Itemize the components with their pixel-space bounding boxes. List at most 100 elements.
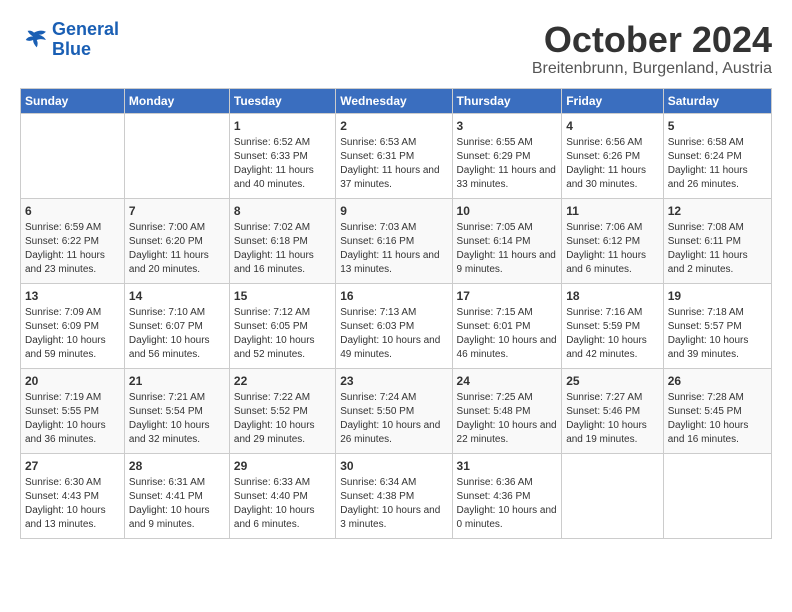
day-detail: Sunrise: 7:13 AM Sunset: 6:03 PM Dayligh…: [340, 306, 447, 362]
logo: General Blue: [20, 20, 119, 60]
day-detail: Sunrise: 7:03 AM Sunset: 6:16 PM Dayligh…: [340, 221, 447, 277]
day-detail: Sunrise: 7:19 AM Sunset: 5:55 PM Dayligh…: [25, 391, 120, 447]
day-number: 20: [25, 373, 120, 390]
day-detail: Sunrise: 7:05 AM Sunset: 6:14 PM Dayligh…: [457, 221, 558, 277]
calendar-cell: 18Sunrise: 7:16 AM Sunset: 5:59 PM Dayli…: [562, 283, 664, 368]
col-monday: Monday: [124, 88, 229, 113]
day-number: 29: [234, 458, 331, 475]
page-header: General Blue October 2024 Breitenbrunn, …: [20, 20, 772, 78]
day-number: 15: [234, 288, 331, 305]
calendar-cell: 6Sunrise: 6:59 AM Sunset: 6:22 PM Daylig…: [21, 198, 125, 283]
calendar-week-row: 20Sunrise: 7:19 AM Sunset: 5:55 PM Dayli…: [21, 368, 772, 453]
calendar-cell: 31Sunrise: 6:36 AM Sunset: 4:36 PM Dayli…: [452, 453, 562, 538]
day-number: 10: [457, 203, 558, 220]
day-detail: Sunrise: 7:08 AM Sunset: 6:11 PM Dayligh…: [668, 221, 767, 277]
day-detail: Sunrise: 7:22 AM Sunset: 5:52 PM Dayligh…: [234, 391, 331, 447]
day-detail: Sunrise: 7:06 AM Sunset: 6:12 PM Dayligh…: [566, 221, 659, 277]
calendar-cell: 25Sunrise: 7:27 AM Sunset: 5:46 PM Dayli…: [562, 368, 664, 453]
calendar-cell: 19Sunrise: 7:18 AM Sunset: 5:57 PM Dayli…: [663, 283, 771, 368]
calendar-cell: 12Sunrise: 7:08 AM Sunset: 6:11 PM Dayli…: [663, 198, 771, 283]
col-friday: Friday: [562, 88, 664, 113]
calendar-body: 1Sunrise: 6:52 AM Sunset: 6:33 PM Daylig…: [21, 113, 772, 538]
col-saturday: Saturday: [663, 88, 771, 113]
day-number: 22: [234, 373, 331, 390]
day-detail: Sunrise: 7:25 AM Sunset: 5:48 PM Dayligh…: [457, 391, 558, 447]
calendar-cell: 16Sunrise: 7:13 AM Sunset: 6:03 PM Dayli…: [336, 283, 452, 368]
logo-text: General Blue: [52, 20, 119, 60]
day-detail: Sunrise: 7:21 AM Sunset: 5:54 PM Dayligh…: [129, 391, 225, 447]
calendar-cell: 3Sunrise: 6:55 AM Sunset: 6:29 PM Daylig…: [452, 113, 562, 198]
calendar-cell: 24Sunrise: 7:25 AM Sunset: 5:48 PM Dayli…: [452, 368, 562, 453]
day-number: 2: [340, 118, 447, 135]
day-number: 28: [129, 458, 225, 475]
day-detail: Sunrise: 6:53 AM Sunset: 6:31 PM Dayligh…: [340, 136, 447, 192]
day-number: 24: [457, 373, 558, 390]
calendar-week-row: 27Sunrise: 6:30 AM Sunset: 4:43 PM Dayli…: [21, 453, 772, 538]
calendar-cell: 1Sunrise: 6:52 AM Sunset: 6:33 PM Daylig…: [229, 113, 335, 198]
day-detail: Sunrise: 7:16 AM Sunset: 5:59 PM Dayligh…: [566, 306, 659, 362]
day-detail: Sunrise: 6:30 AM Sunset: 4:43 PM Dayligh…: [25, 476, 120, 532]
day-number: 21: [129, 373, 225, 390]
day-number: 5: [668, 118, 767, 135]
calendar-cell: 7Sunrise: 7:00 AM Sunset: 6:20 PM Daylig…: [124, 198, 229, 283]
day-number: 19: [668, 288, 767, 305]
calendar-table: Sunday Monday Tuesday Wednesday Thursday…: [20, 88, 772, 539]
calendar-cell: 5Sunrise: 6:58 AM Sunset: 6:24 PM Daylig…: [663, 113, 771, 198]
day-detail: Sunrise: 7:28 AM Sunset: 5:45 PM Dayligh…: [668, 391, 767, 447]
calendar-cell: 13Sunrise: 7:09 AM Sunset: 6:09 PM Dayli…: [21, 283, 125, 368]
calendar-week-row: 13Sunrise: 7:09 AM Sunset: 6:09 PM Dayli…: [21, 283, 772, 368]
day-detail: Sunrise: 6:52 AM Sunset: 6:33 PM Dayligh…: [234, 136, 331, 192]
day-number: 8: [234, 203, 331, 220]
col-tuesday: Tuesday: [229, 88, 335, 113]
calendar-cell: 27Sunrise: 6:30 AM Sunset: 4:43 PM Dayli…: [21, 453, 125, 538]
day-number: 26: [668, 373, 767, 390]
calendar-cell: 9Sunrise: 7:03 AM Sunset: 6:16 PM Daylig…: [336, 198, 452, 283]
day-number: 4: [566, 118, 659, 135]
day-detail: Sunrise: 7:09 AM Sunset: 6:09 PM Dayligh…: [25, 306, 120, 362]
day-number: 9: [340, 203, 447, 220]
title-block: October 2024 Breitenbrunn, Burgenland, A…: [532, 20, 772, 78]
day-detail: Sunrise: 6:58 AM Sunset: 6:24 PM Dayligh…: [668, 136, 767, 192]
calendar-week-row: 6Sunrise: 6:59 AM Sunset: 6:22 PM Daylig…: [21, 198, 772, 283]
calendar-cell: 23Sunrise: 7:24 AM Sunset: 5:50 PM Dayli…: [336, 368, 452, 453]
day-number: 1: [234, 118, 331, 135]
day-detail: Sunrise: 6:36 AM Sunset: 4:36 PM Dayligh…: [457, 476, 558, 532]
day-number: 31: [457, 458, 558, 475]
calendar-cell: 22Sunrise: 7:22 AM Sunset: 5:52 PM Dayli…: [229, 368, 335, 453]
calendar-cell: 20Sunrise: 7:19 AM Sunset: 5:55 PM Dayli…: [21, 368, 125, 453]
calendar-cell: 28Sunrise: 6:31 AM Sunset: 4:41 PM Dayli…: [124, 453, 229, 538]
calendar-cell: 15Sunrise: 7:12 AM Sunset: 6:05 PM Dayli…: [229, 283, 335, 368]
calendar-cell: 30Sunrise: 6:34 AM Sunset: 4:38 PM Dayli…: [336, 453, 452, 538]
day-number: 13: [25, 288, 120, 305]
day-number: 12: [668, 203, 767, 220]
day-detail: Sunrise: 7:18 AM Sunset: 5:57 PM Dayligh…: [668, 306, 767, 362]
day-number: 23: [340, 373, 447, 390]
day-number: 7: [129, 203, 225, 220]
calendar-cell: 21Sunrise: 7:21 AM Sunset: 5:54 PM Dayli…: [124, 368, 229, 453]
day-number: 6: [25, 203, 120, 220]
logo-icon: [20, 29, 48, 51]
page-title: October 2024: [532, 20, 772, 60]
page-subtitle: Breitenbrunn, Burgenland, Austria: [532, 60, 772, 78]
calendar-cell: [663, 453, 771, 538]
col-sunday: Sunday: [21, 88, 125, 113]
day-detail: Sunrise: 7:00 AM Sunset: 6:20 PM Dayligh…: [129, 221, 225, 277]
day-number: 30: [340, 458, 447, 475]
calendar-cell: 2Sunrise: 6:53 AM Sunset: 6:31 PM Daylig…: [336, 113, 452, 198]
day-number: 25: [566, 373, 659, 390]
weekday-header-row: Sunday Monday Tuesday Wednesday Thursday…: [21, 88, 772, 113]
day-number: 16: [340, 288, 447, 305]
calendar-cell: 11Sunrise: 7:06 AM Sunset: 6:12 PM Dayli…: [562, 198, 664, 283]
calendar-cell: [562, 453, 664, 538]
col-thursday: Thursday: [452, 88, 562, 113]
day-number: 3: [457, 118, 558, 135]
day-number: 17: [457, 288, 558, 305]
day-detail: Sunrise: 6:55 AM Sunset: 6:29 PM Dayligh…: [457, 136, 558, 192]
calendar-cell: 17Sunrise: 7:15 AM Sunset: 6:01 PM Dayli…: [452, 283, 562, 368]
day-number: 27: [25, 458, 120, 475]
day-detail: Sunrise: 6:31 AM Sunset: 4:41 PM Dayligh…: [129, 476, 225, 532]
day-detail: Sunrise: 7:15 AM Sunset: 6:01 PM Dayligh…: [457, 306, 558, 362]
day-detail: Sunrise: 7:12 AM Sunset: 6:05 PM Dayligh…: [234, 306, 331, 362]
calendar-cell: 10Sunrise: 7:05 AM Sunset: 6:14 PM Dayli…: [452, 198, 562, 283]
day-detail: Sunrise: 7:10 AM Sunset: 6:07 PM Dayligh…: [129, 306, 225, 362]
